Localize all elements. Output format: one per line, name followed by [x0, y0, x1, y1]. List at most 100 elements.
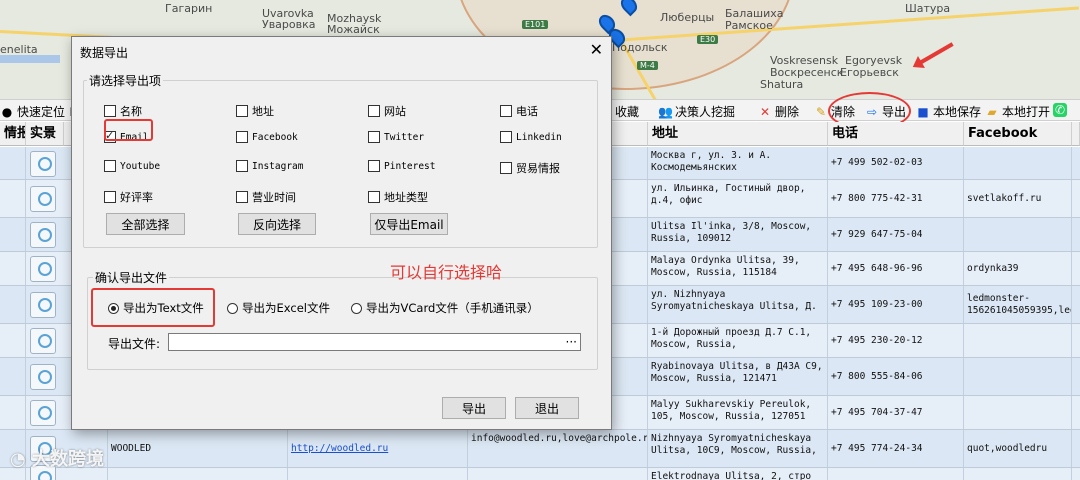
checkbox-icon[interactable]	[368, 160, 380, 172]
browse-button[interactable]: ···	[566, 334, 577, 350]
phone-cell: +7 800 555-84-06	[828, 358, 964, 395]
row-check-cell[interactable]	[0, 180, 26, 217]
checkbox-icon[interactable]	[368, 191, 380, 203]
checkbox-地址[interactable]: 地址	[236, 103, 274, 119]
checkbox-名称[interactable]: 名称	[104, 103, 142, 119]
radio-icon	[227, 302, 238, 314]
decision-maker-button[interactable]: 👥 决策人挖掘	[658, 103, 735, 120]
email-cell: info@woodled.ru,love@archpole.ru,sale@wo…	[468, 430, 648, 467]
checkbox-icon[interactable]	[104, 160, 116, 172]
checkbox-电话[interactable]: 电话	[500, 103, 538, 119]
export-file-input[interactable]: ···	[168, 333, 581, 351]
close-icon[interactable]: ✕	[590, 40, 603, 59]
map-label: Shatura	[760, 78, 804, 91]
column-header[interactable]: 地址	[648, 122, 828, 146]
group-label: 请选择导出项	[87, 72, 164, 89]
street-view-icon[interactable]	[30, 256, 56, 282]
whatsapp-button[interactable]: ✆	[1053, 103, 1067, 117]
phone-cell: +7 495 230-20-12	[828, 324, 964, 357]
phone-cell: +7 929 647-75-04	[828, 218, 964, 251]
checkbox-icon[interactable]	[500, 105, 512, 117]
checkbox-好评率[interactable]: 好评率	[104, 189, 153, 205]
facebook-cell	[964, 396, 1072, 429]
checkbox-贸易情报[interactable]: 贸易情报	[500, 160, 560, 176]
street-view-icon[interactable]	[30, 151, 56, 177]
row-check-cell[interactable]	[0, 252, 26, 285]
checkbox-icon[interactable]	[236, 105, 248, 117]
text-format-highlight	[91, 288, 215, 327]
phone-cell: +7 495 774-24-34	[828, 430, 964, 467]
street-view-icon[interactable]	[30, 328, 56, 354]
row-check-cell[interactable]	[0, 147, 26, 179]
phone-cell: +7 499 502-02-03	[828, 147, 964, 179]
radio-excel-file[interactable]: 导出为Excel文件	[227, 300, 330, 316]
street-view-icon[interactable]	[30, 364, 56, 390]
column-header[interactable]: Facebook	[964, 122, 1072, 146]
row-check-cell[interactable]	[0, 396, 26, 429]
export-dialog: 数据导出 ✕ 请选择导出项 名称地址网站电话EmailFacebookTwitt…	[71, 36, 612, 430]
column-header[interactable]: 电话	[828, 122, 964, 146]
checkbox-icon[interactable]	[368, 105, 380, 117]
checkbox-icon[interactable]	[236, 160, 248, 172]
street-view-icon[interactable]	[30, 186, 56, 212]
checkbox-icon[interactable]	[500, 131, 512, 143]
checkbox-instagram[interactable]: Instagram	[236, 160, 303, 172]
checkbox-icon[interactable]	[236, 131, 248, 143]
checkbox-地址类型[interactable]: 地址类型	[368, 189, 428, 205]
favorite-button[interactable]: 收藏	[615, 103, 639, 120]
save-icon: ■	[917, 104, 929, 119]
checkbox-linkedin[interactable]: Linkedin	[500, 131, 562, 143]
checkbox-icon[interactable]	[104, 105, 116, 117]
checkbox-网站[interactable]: 网站	[368, 103, 406, 119]
whatsapp-icon: ✆	[1053, 103, 1067, 117]
map-label: Гагарин	[165, 2, 213, 15]
checkbox-icon[interactable]	[500, 162, 512, 174]
checkbox-facebook[interactable]: Facebook	[236, 131, 298, 143]
column-header-blank[interactable]	[1072, 122, 1080, 146]
file-label: 导出文件:	[108, 337, 161, 351]
radio-vcard-file[interactable]: 导出为VCard文件（手机通讯录）	[351, 300, 539, 316]
column-header[interactable]: 情报	[0, 122, 26, 146]
select-all-button[interactable]: 全部选择	[106, 213, 185, 235]
map-label: Уваровка	[262, 18, 316, 31]
checkbox-icon[interactable]	[368, 131, 380, 143]
table-row[interactable]: Elektrodnaya Ulitsa, 2, стро	[0, 465, 1080, 480]
address-cell: ул. Ильинка, Гостиный двор, д.4, офис	[648, 180, 828, 217]
checkbox-营业时间[interactable]: 营业时间	[236, 189, 296, 205]
quick-locate-button[interactable]: ● 快速定位 ☑	[0, 103, 82, 120]
checkbox-twitter[interactable]: Twitter	[368, 131, 424, 143]
checkbox-icon[interactable]	[236, 191, 248, 203]
facebook-cell	[964, 324, 1072, 357]
row-check-cell[interactable]	[0, 358, 26, 395]
map-label: enelita	[0, 43, 38, 56]
map-water	[0, 55, 60, 63]
street-view-icon[interactable]	[30, 400, 56, 426]
street-view-icon[interactable]	[30, 292, 56, 318]
table-row[interactable]: WOODLED http://woodled.ru info@woodled.ru,…	[0, 430, 1080, 468]
checkbox-icon[interactable]	[104, 191, 116, 203]
export-email-only-button[interactable]: 仅导出Email	[370, 213, 448, 235]
street-view-icon[interactable]	[30, 222, 56, 248]
road-shield: E101	[522, 20, 549, 29]
row-check-cell[interactable]	[0, 286, 26, 323]
website-cell[interactable]: http://woodled.ru	[288, 430, 468, 467]
invert-select-button[interactable]: 反向选择	[238, 213, 316, 235]
row-check-cell[interactable]	[0, 218, 26, 251]
map-label: Можайск	[327, 23, 380, 36]
facebook-cell: svetlakoff.ru	[964, 180, 1072, 217]
phone-cell: +7 495 648-96-96	[828, 252, 964, 285]
checkbox-youtube[interactable]: Youtube	[104, 160, 160, 172]
exit-button[interactable]: 退出	[515, 397, 579, 419]
local-save-button[interactable]: ■ 本地保存	[916, 103, 981, 120]
export-confirm-button[interactable]: 导出	[442, 397, 506, 419]
column-header[interactable]: 实景	[26, 122, 64, 146]
checkbox-pinterest[interactable]: Pinterest	[368, 160, 435, 172]
website-cell[interactable]	[288, 468, 468, 480]
local-open-button[interactable]: ▰ 本地打开	[985, 103, 1050, 120]
email-highlight	[104, 119, 153, 141]
name-cell: WOODLED	[108, 430, 288, 467]
map-label: Люберцы	[660, 11, 715, 24]
facebook-cell	[964, 468, 1072, 480]
delete-button[interactable]: ✕ 删除	[758, 103, 799, 120]
row-check-cell[interactable]	[0, 324, 26, 357]
